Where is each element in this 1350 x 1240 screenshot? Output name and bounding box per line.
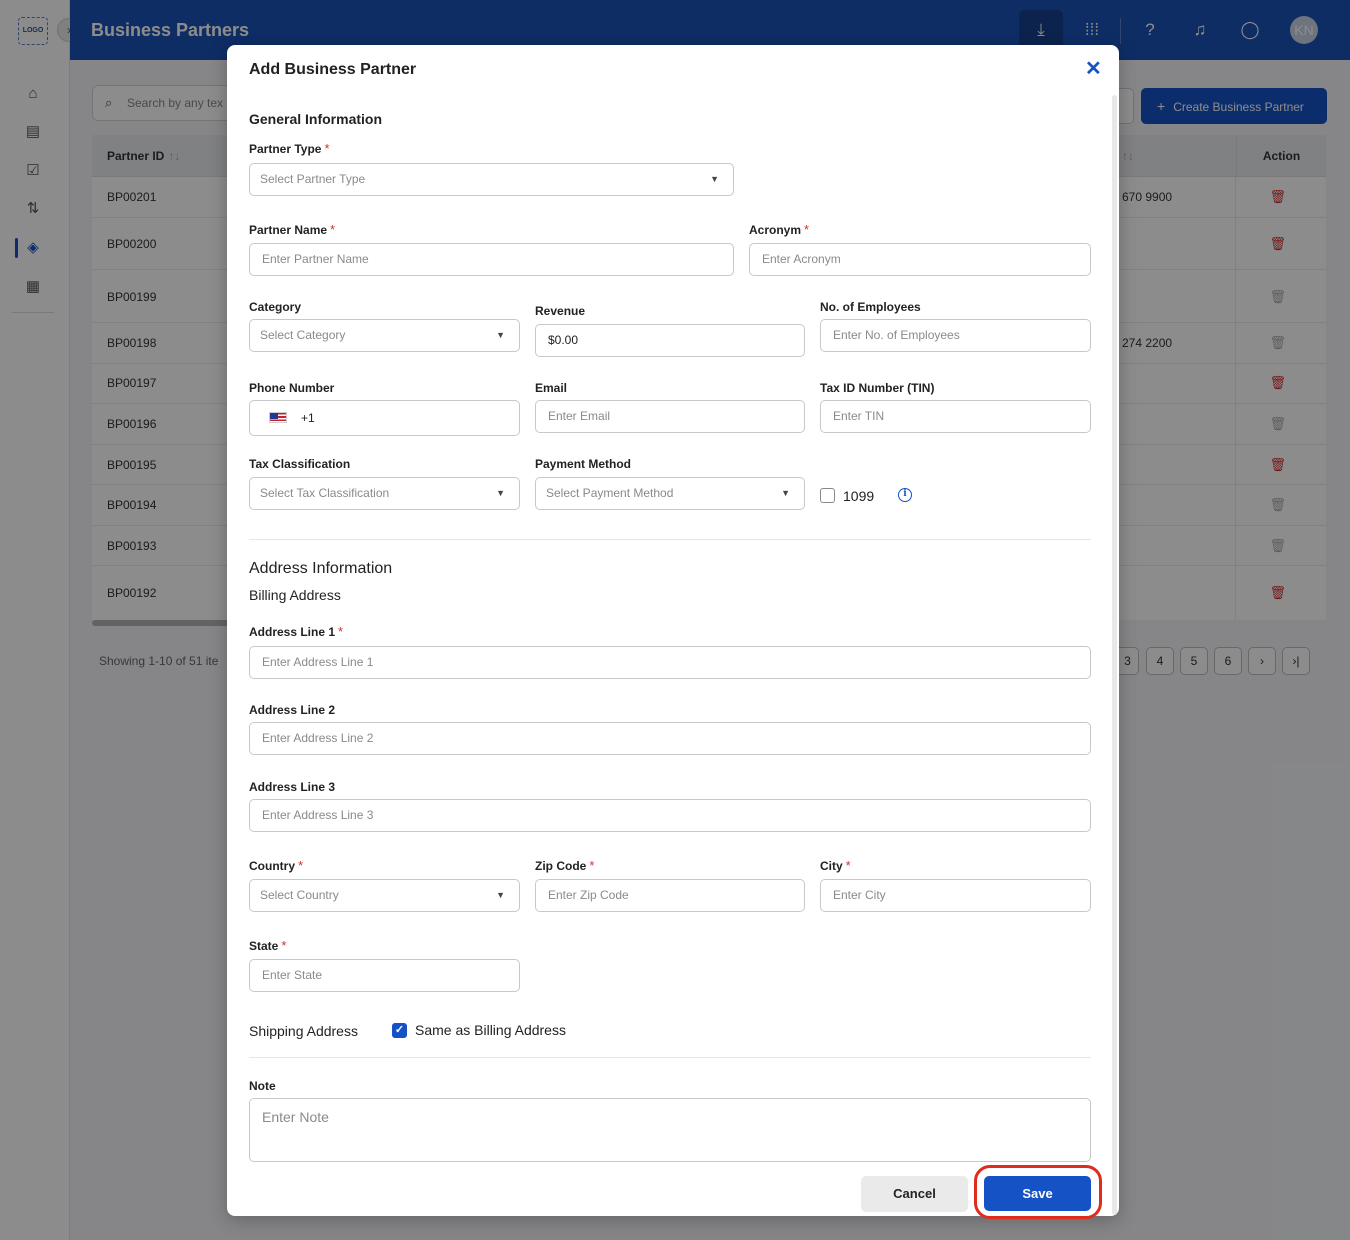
state-label-text: State (249, 939, 279, 953)
caret-down-icon: ▼ (710, 174, 719, 184)
address-line-1-input[interactable]: Enter Address Line 1 (249, 646, 1091, 679)
form-1099-checkbox[interactable] (820, 488, 835, 503)
caret-down-icon: ▼ (781, 488, 790, 498)
section-divider (249, 539, 1091, 540)
required-marker: * (281, 938, 287, 953)
address-line-3-input[interactable]: Enter Address Line 3 (249, 799, 1091, 832)
phone-value: +1 (301, 411, 315, 425)
zip-code-label-text: Zip Code (535, 859, 587, 873)
billing-address-heading: Billing Address (249, 587, 341, 603)
tin-label: Tax ID Number (TIN) (820, 381, 935, 395)
country-placeholder: Select Country (260, 888, 339, 902)
dialog-scrollbar[interactable] (1112, 95, 1117, 1215)
caret-down-icon: ▼ (496, 330, 505, 340)
city-input[interactable]: Enter City (820, 879, 1091, 912)
note-textarea[interactable]: Enter Note (249, 1098, 1091, 1162)
country-label-text: Country (249, 859, 295, 873)
close-icon[interactable]: ✕ (1085, 59, 1102, 79)
acronym-label: Acronym * (749, 222, 809, 237)
payment-method-label: Payment Method (535, 457, 632, 471)
info-icon[interactable]: i (898, 488, 912, 502)
category-placeholder: Select Category (260, 328, 346, 342)
address-line-2-label: Address Line 2 (249, 703, 336, 717)
required-marker: * (298, 858, 304, 873)
address-line-3-label: Address Line 3 (249, 780, 336, 794)
address-information-heading: Address Information (249, 560, 393, 577)
zip-code-input[interactable]: Enter Zip Code (535, 879, 805, 912)
partner-type-label: Partner Type * (249, 141, 330, 156)
save-button[interactable]: Save (984, 1176, 1091, 1211)
required-marker: * (330, 222, 336, 237)
phone-input[interactable]: +1 (249, 400, 520, 436)
add-business-partner-dialog: Add Business Partner ✕ General Informati… (227, 45, 1119, 1219)
revenue-input[interactable]: $0.00 (535, 324, 805, 357)
revenue-label: Revenue (535, 304, 586, 318)
zip-code-label: Zip Code * (535, 858, 594, 873)
us-flag-icon[interactable] (269, 412, 287, 423)
phone-label: Phone Number (249, 381, 335, 395)
acronym-input[interactable]: Enter Acronym (749, 243, 1091, 276)
required-marker: * (804, 222, 810, 237)
tin-input[interactable]: Enter TIN (820, 400, 1091, 433)
required-marker: * (324, 141, 330, 156)
partner-name-label-text: Partner Name (249, 223, 328, 237)
cancel-button[interactable]: Cancel (861, 1176, 968, 1212)
tax-classification-select[interactable]: Select Tax Classification ▼ (249, 477, 520, 510)
same-as-billing-label: Same as Billing Address (415, 1022, 566, 1038)
category-label: Category (249, 300, 302, 314)
same-as-billing-checkbox[interactable]: ✓ (392, 1023, 407, 1038)
caret-down-icon: ▼ (496, 488, 505, 498)
general-information-heading: General Information (249, 111, 383, 127)
required-marker: * (338, 624, 344, 639)
payment-method-placeholder: Select Payment Method (546, 486, 674, 500)
country-label: Country * (249, 858, 303, 873)
acronym-label-text: Acronym (749, 223, 802, 237)
country-select[interactable]: Select Country ▼ (249, 879, 520, 912)
email-input[interactable]: Enter Email (535, 400, 805, 433)
form-1099-label: 1099 (843, 488, 875, 504)
employees-label: No. of Employees (820, 300, 921, 314)
address-line-2-input[interactable]: Enter Address Line 2 (249, 722, 1091, 755)
payment-method-select[interactable]: Select Payment Method ▼ (535, 477, 805, 510)
partner-name-label: Partner Name * (249, 222, 335, 237)
partner-type-placeholder: Select Partner Type (260, 172, 366, 186)
section-divider (249, 1057, 1091, 1058)
partner-type-select[interactable]: Select Partner Type ▼ (249, 163, 734, 196)
category-select[interactable]: Select Category ▼ (249, 319, 520, 352)
email-label: Email (535, 381, 568, 395)
tax-classification-placeholder: Select Tax Classification (260, 486, 390, 500)
shipping-address-heading: Shipping Address (249, 1023, 358, 1039)
employees-input[interactable]: Enter No. of Employees (820, 319, 1091, 352)
city-label: City * (820, 858, 851, 873)
caret-down-icon: ▼ (496, 890, 505, 900)
state-input[interactable]: Enter State (249, 959, 520, 992)
partner-name-input[interactable]: Enter Partner Name (249, 243, 734, 276)
address-line-1-label: Address Line 1 * (249, 624, 343, 639)
required-marker: * (845, 858, 851, 873)
tax-classification-label: Tax Classification (249, 457, 351, 471)
partner-type-label-text: Partner Type (249, 142, 322, 156)
address-line-1-label-text: Address Line 1 (249, 625, 336, 639)
required-marker: * (589, 858, 595, 873)
state-label: State * (249, 938, 286, 953)
dialog-title: Add Business Partner (249, 61, 417, 78)
city-label-text: City (820, 859, 843, 873)
note-label: Note (249, 1079, 276, 1093)
